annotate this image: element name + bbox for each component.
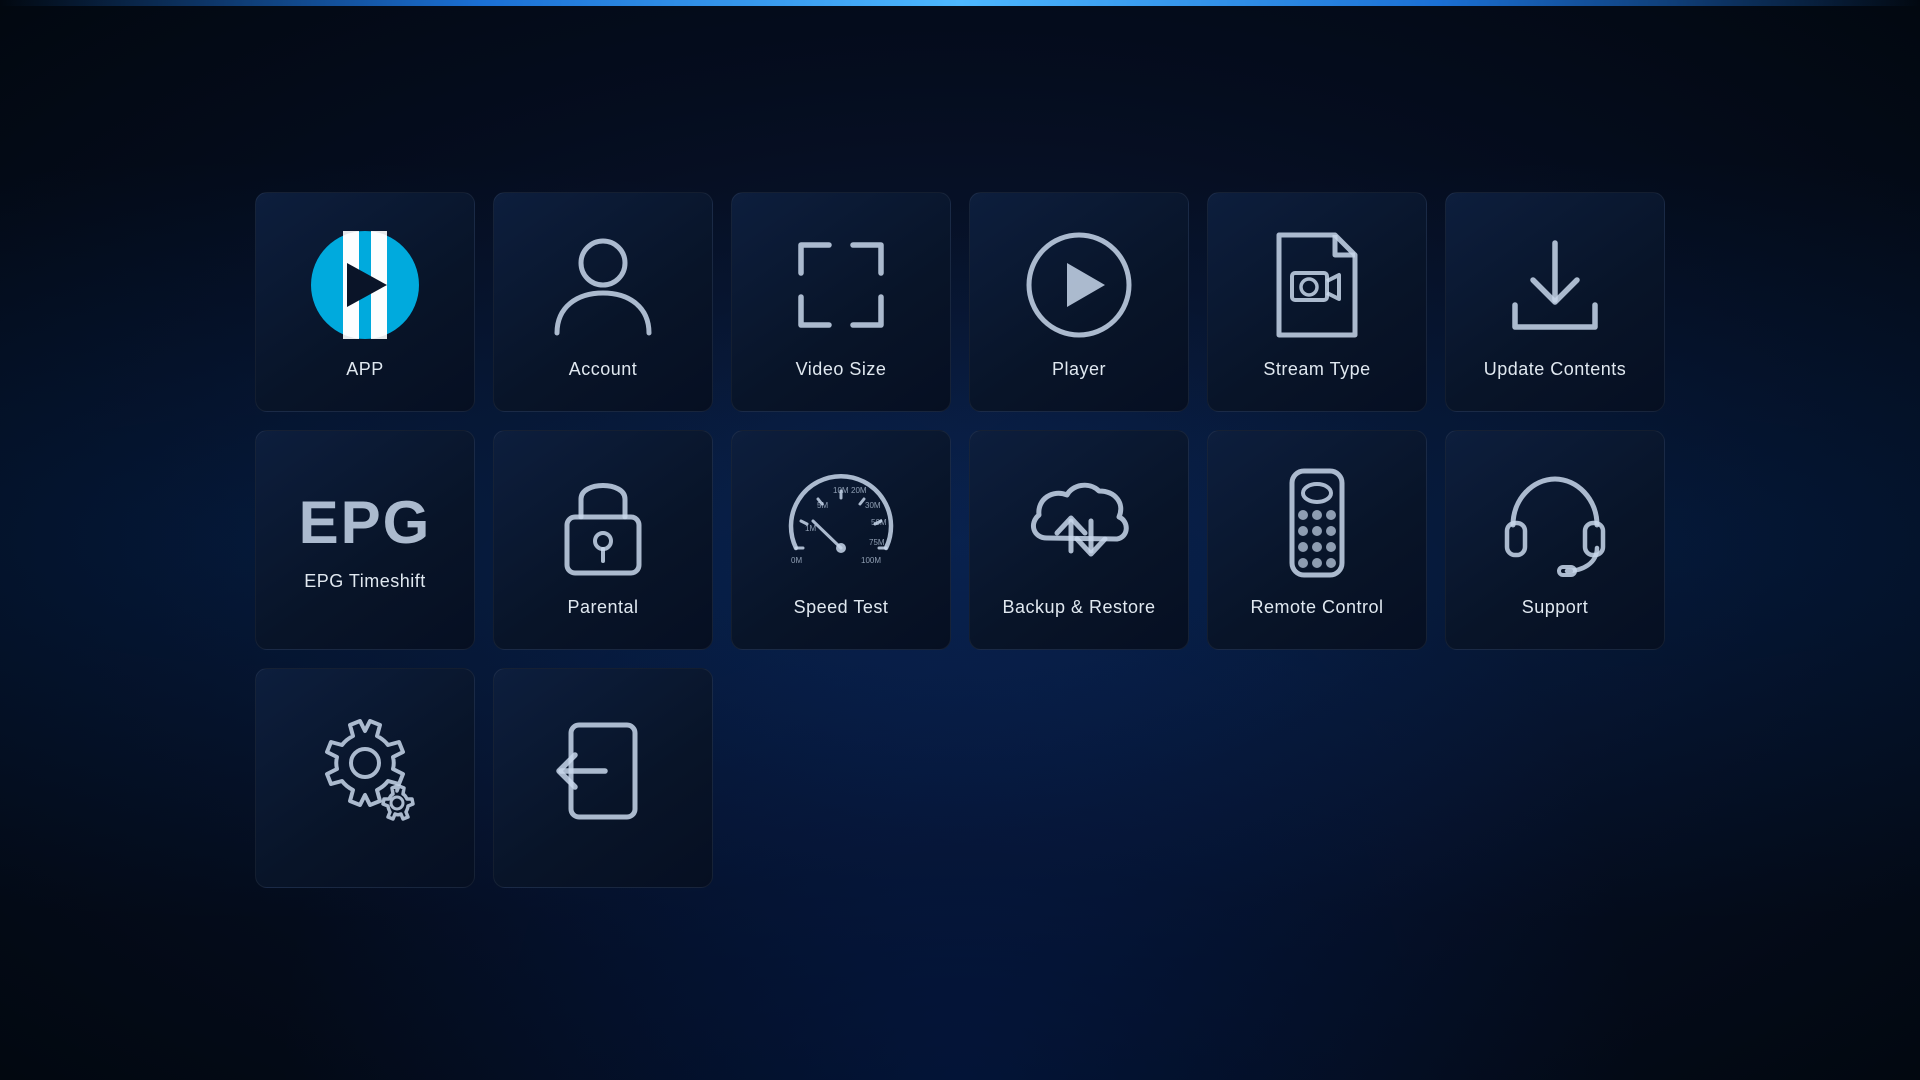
settings-icon: [305, 711, 425, 831]
svg-text:10M: 10M: [833, 486, 849, 495]
main-grid: APP Account: [255, 192, 1665, 888]
svg-text:75M: 75M: [869, 538, 885, 547]
remote-control-icon: [1257, 463, 1377, 583]
parental-icon: [543, 463, 663, 583]
tile-app[interactable]: APP: [255, 192, 475, 412]
parental-label: Parental: [567, 597, 638, 618]
svg-text:100M: 100M: [861, 556, 881, 565]
tile-remote-control[interactable]: Remote Control: [1207, 430, 1427, 650]
epg-timeshift-label: EPG Timeshift: [304, 571, 426, 592]
account-label: Account: [569, 359, 638, 380]
support-icon: [1495, 463, 1615, 583]
video-size-label: Video Size: [796, 359, 887, 380]
tile-backup-restore[interactable]: Backup & Restore: [969, 430, 1189, 650]
stream-type-label: Stream Type: [1263, 359, 1370, 380]
backup-restore-icon: [1019, 463, 1139, 583]
tile-update-contents[interactable]: Update Contents: [1445, 192, 1665, 412]
update-contents-icon: [1495, 225, 1615, 345]
exit-icon: [543, 711, 663, 831]
svg-text:0M: 0M: [791, 556, 802, 565]
speed-test-label: Speed Test: [794, 597, 889, 618]
app-icon: [305, 225, 425, 345]
tile-account[interactable]: Account: [493, 192, 713, 412]
svg-text:1M: 1M: [805, 524, 816, 533]
player-icon: [1019, 225, 1139, 345]
player-label: Player: [1052, 359, 1106, 380]
app-label: APP: [346, 359, 384, 380]
svg-text:50M: 50M: [871, 518, 887, 527]
tile-support[interactable]: Support: [1445, 430, 1665, 650]
svg-text:5M: 5M: [817, 501, 828, 510]
tile-epg-timeshift[interactable]: EPG EPG Timeshift: [255, 430, 475, 650]
tile-speed-test[interactable]: 0M 1M 5M 10M 20M 30M 50M 75M 100M Speed …: [731, 430, 951, 650]
tile-video-size[interactable]: Video Size: [731, 192, 951, 412]
tile-player[interactable]: Player: [969, 192, 1189, 412]
support-label: Support: [1522, 597, 1589, 618]
svg-text:30M: 30M: [865, 501, 881, 510]
epg-text-icon: EPG: [299, 488, 432, 557]
tile-parental[interactable]: Parental: [493, 430, 713, 650]
update-contents-label: Update Contents: [1484, 359, 1627, 380]
remote-control-label: Remote Control: [1250, 597, 1383, 618]
speed-test-icon: 0M 1M 5M 10M 20M 30M 50M 75M 100M: [781, 463, 901, 583]
backup-restore-label: Backup & Restore: [1002, 597, 1155, 618]
tile-stream-type[interactable]: Stream Type: [1207, 192, 1427, 412]
svg-text:20M: 20M: [851, 486, 867, 495]
video-size-icon: [781, 225, 901, 345]
tile-settings[interactable]: [255, 668, 475, 888]
stream-type-icon: [1257, 225, 1377, 345]
tile-exit[interactable]: [493, 668, 713, 888]
account-icon: [543, 225, 663, 345]
